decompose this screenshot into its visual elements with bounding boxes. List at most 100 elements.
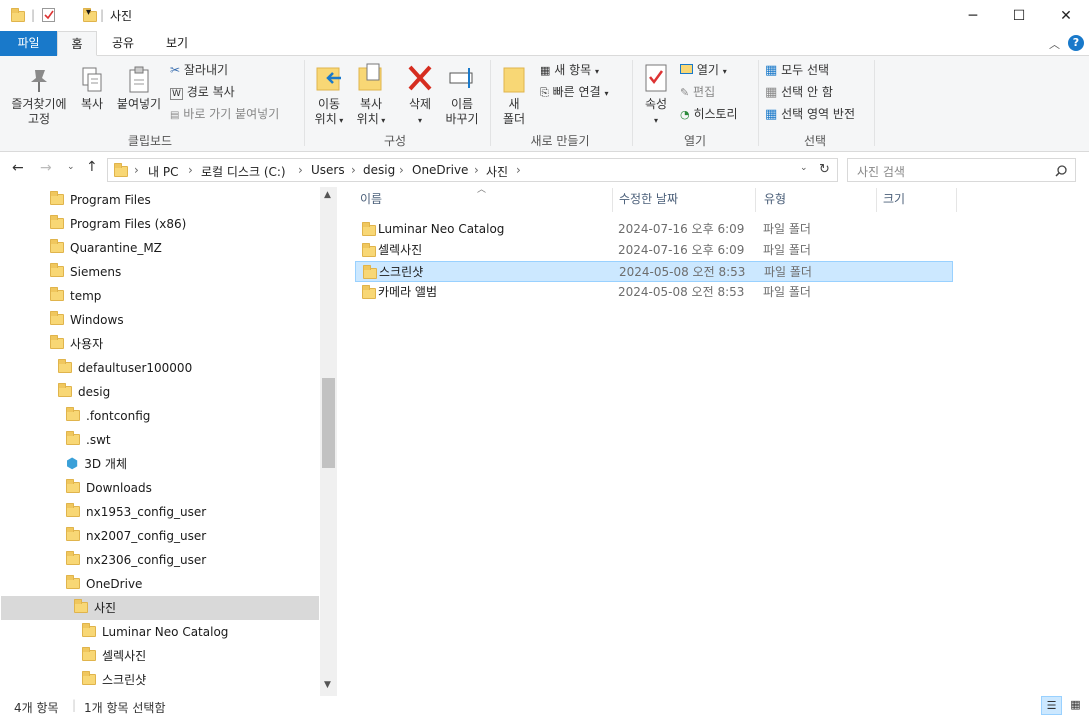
nav-item[interactable]: 스크린샷	[82, 668, 146, 692]
breadcrumb-my-pc[interactable]: 내 PC	[148, 163, 178, 180]
nav-item[interactable]: Downloads	[66, 476, 152, 500]
nav-item[interactable]: nx1953_config_user	[66, 500, 206, 524]
column-header-size[interactable]: 크기	[883, 187, 905, 212]
nav-item[interactable]: .fontconfig	[66, 404, 150, 428]
navigation-pane[interactable]: Program Files Program Files (x86) Quaranti…	[0, 187, 337, 696]
nav-item[interactable]: Luminar Neo Catalog	[82, 620, 228, 644]
nav-scrollbar[interactable]: ▲ ▼	[320, 187, 337, 696]
nav-item[interactable]: ⬢ 3D 개체	[66, 452, 127, 476]
nav-item[interactable]: 사진	[74, 596, 116, 620]
copy-to-button[interactable]: 복사 위치 ▾	[350, 62, 392, 128]
pin-icon	[31, 70, 47, 92]
nav-item[interactable]: Siemens	[50, 260, 121, 284]
nav-item[interactable]: temp	[50, 284, 101, 308]
delete-button[interactable]: 삭제 ▾	[400, 62, 440, 128]
minimize-button[interactable]: ─	[950, 0, 996, 31]
search-icon[interactable]	[1055, 165, 1067, 177]
scroll-up-icon[interactable]: ▲	[324, 190, 331, 200]
details-view-icon[interactable]: ☰	[1041, 696, 1062, 715]
forward-button[interactable]: →	[40, 160, 52, 176]
file-row[interactable]: 카메라 앨범 2024-05-08 오전 8:53 파일 폴더	[355, 282, 953, 303]
breadcrumb-separator[interactable]: ›	[474, 163, 479, 177]
file-row[interactable]: 셀렉사진 2024-07-16 오후 6:09 파일 폴더	[355, 240, 953, 261]
nav-item[interactable]: OneDrive	[66, 572, 142, 596]
breadcrumb-desig[interactable]: desig	[363, 163, 395, 177]
qat-dropdown-icon[interactable]: ▾	[86, 7, 91, 18]
folder-icon	[66, 527, 80, 541]
recent-dropdown-icon[interactable]: ⌄	[67, 162, 75, 172]
invert-selection-button[interactable]: ▦ 선택 영역 반전	[765, 104, 855, 124]
edit-button[interactable]: ✎ 편집	[680, 82, 715, 102]
breadcrumb-separator[interactable]: ›	[351, 163, 356, 177]
scissors-icon: ✂	[170, 63, 181, 77]
properties-button[interactable]: 속성 ▾	[638, 62, 674, 128]
nav-item[interactable]: Program Files (x86)	[50, 212, 186, 236]
copy-path-icon: W	[170, 88, 183, 100]
column-header-name[interactable]: 이름	[360, 187, 382, 212]
nav-item[interactable]: nx2007_config_user	[66, 524, 206, 548]
column-separator[interactable]	[876, 188, 877, 212]
collapse-ribbon-icon[interactable]: ︿	[1049, 36, 1060, 52]
address-bar[interactable]: › 내 PC › 로컬 디스크 (C:) › Users › desig › O…	[107, 158, 838, 182]
breadcrumb-users[interactable]: Users	[311, 163, 345, 177]
tab-home[interactable]: 홈	[57, 31, 97, 56]
nav-item[interactable]: Quarantine_MZ	[50, 236, 162, 260]
column-separator[interactable]	[956, 188, 957, 212]
move-to-button[interactable]: 이동 위치 ▾	[308, 62, 350, 128]
column-header-type[interactable]: 유형	[764, 187, 786, 212]
nav-item[interactable]: defaultuser100000	[58, 356, 192, 380]
help-icon[interactable]: ?	[1068, 35, 1084, 51]
maximize-button[interactable]: ☐	[996, 0, 1042, 31]
history-button[interactable]: ◔ 히스토리	[680, 104, 738, 124]
column-separator[interactable]	[755, 188, 756, 212]
open-button[interactable]: 열기 ▾	[680, 60, 727, 80]
new-folder-label: 새 폴더	[502, 97, 526, 126]
file-row[interactable]: 스크린샷 2024-05-08 오전 8:53 파일 폴더	[355, 261, 953, 282]
tab-share[interactable]: 공유	[101, 31, 145, 56]
breadcrumb-separator[interactable]: ›	[399, 163, 404, 177]
breadcrumb-onedrive[interactable]: OneDrive	[412, 163, 468, 177]
up-button[interactable]: ↑	[86, 159, 98, 175]
large-icons-view-icon[interactable]: ▦	[1065, 696, 1086, 715]
breadcrumb-separator[interactable]: ›	[188, 163, 193, 177]
nav-item[interactable]: 셀렉사진	[82, 644, 146, 668]
qat-divider: |	[31, 8, 36, 22]
column-header-date[interactable]: 수정한 날짜	[619, 187, 678, 212]
refresh-icon[interactable]: ↻	[819, 162, 830, 177]
file-row[interactable]: Luminar Neo Catalog 2024-07-16 오후 6:09 파일 …	[355, 219, 953, 240]
search-box[interactable]: 사진 검색	[847, 158, 1076, 182]
tab-file[interactable]: 파일	[0, 31, 57, 56]
new-folder-button[interactable]: 새 폴더	[496, 62, 532, 127]
back-button[interactable]: ←	[12, 160, 24, 176]
select-none-button[interactable]: ▦ 선택 안 함	[765, 82, 833, 102]
nav-item[interactable]: Program Files	[50, 188, 151, 212]
breadcrumb-photos[interactable]: 사진	[486, 163, 508, 180]
new-item-button[interactable]: ▦ 새 항목 ▾	[540, 60, 599, 80]
paste-shortcut-button[interactable]: ▤ 바로 가기 붙여넣기	[170, 104, 279, 124]
address-dropdown-icon[interactable]: ⌄	[800, 163, 808, 173]
breadcrumb-separator[interactable]: ›	[298, 163, 303, 177]
nav-item[interactable]: 사용자	[50, 332, 103, 356]
paste-button[interactable]: 붙여넣기	[112, 66, 166, 112]
properties-qat-icon[interactable]	[42, 8, 55, 22]
scroll-thumb[interactable]	[322, 378, 335, 468]
nav-item[interactable]: nx2306_config_user	[66, 548, 206, 572]
easy-access-button[interactable]: ⎘ 빠른 연결 ▾	[540, 82, 608, 102]
nav-item[interactable]: desig	[58, 380, 110, 404]
invert-selection-icon: ▦	[765, 107, 778, 122]
select-all-button[interactable]: ▦ 모두 선택	[765, 60, 829, 80]
copy-button[interactable]: 복사	[74, 66, 110, 112]
breadcrumb-separator[interactable]: ›	[516, 163, 521, 177]
scroll-down-icon[interactable]: ▼	[324, 680, 331, 690]
nav-item[interactable]: .swt	[66, 428, 111, 452]
copy-path-button[interactable]: W 경로 복사	[170, 82, 235, 102]
nav-item[interactable]: Windows	[50, 308, 124, 332]
breadcrumb-separator[interactable]: ›	[134, 163, 139, 177]
rename-button[interactable]: 이름 바꾸기	[440, 62, 484, 127]
column-separator[interactable]	[612, 188, 613, 212]
cut-button[interactable]: ✂ 잘라내기	[170, 60, 228, 80]
tab-view[interactable]: 보기	[155, 31, 199, 56]
breadcrumb-local-disk[interactable]: 로컬 디스크 (C:)	[201, 163, 286, 180]
pin-button[interactable]: 즐겨찾기에 고정	[4, 66, 74, 127]
close-button[interactable]: ✕	[1043, 0, 1089, 31]
